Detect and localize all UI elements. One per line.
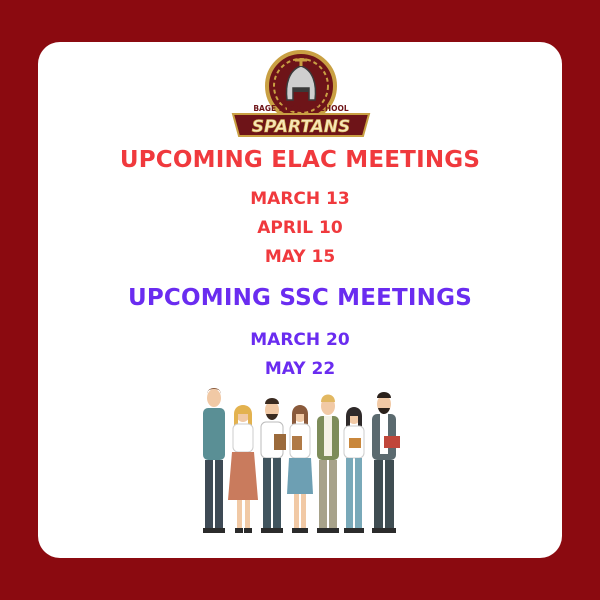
- elac-date-1: MARCH 13: [250, 189, 350, 209]
- elac-heading: UPCOMING ELAC MEETINGS: [119, 147, 481, 173]
- ssc-heading: UPCOMING SSC MEETINGS: [128, 285, 472, 311]
- teacher-figure: [317, 394, 339, 533]
- teacher-figure: [287, 405, 313, 533]
- teachers-illustration: [203, 388, 400, 533]
- logo-team-name: SPARTANS: [252, 117, 351, 137]
- ssc-date-2: MAY 22: [264, 359, 336, 379]
- teacher-figure: [203, 388, 225, 533]
- teacher-figure: [343, 407, 365, 533]
- logo-school-name: BAGE MIDDLE SCHOOL: [253, 104, 349, 113]
- elac-date-2: APRIL 10: [257, 218, 343, 238]
- ssc-date-1: MARCH 20: [250, 330, 350, 350]
- teacher-figure: [260, 398, 286, 533]
- teacher-figure: [228, 405, 258, 533]
- spartans-logo: BAGE MIDDLE SCHOOL SPARTANS: [231, 50, 371, 137]
- elac-date-3: MAY 15: [264, 247, 336, 267]
- teacher-figure: [372, 392, 400, 533]
